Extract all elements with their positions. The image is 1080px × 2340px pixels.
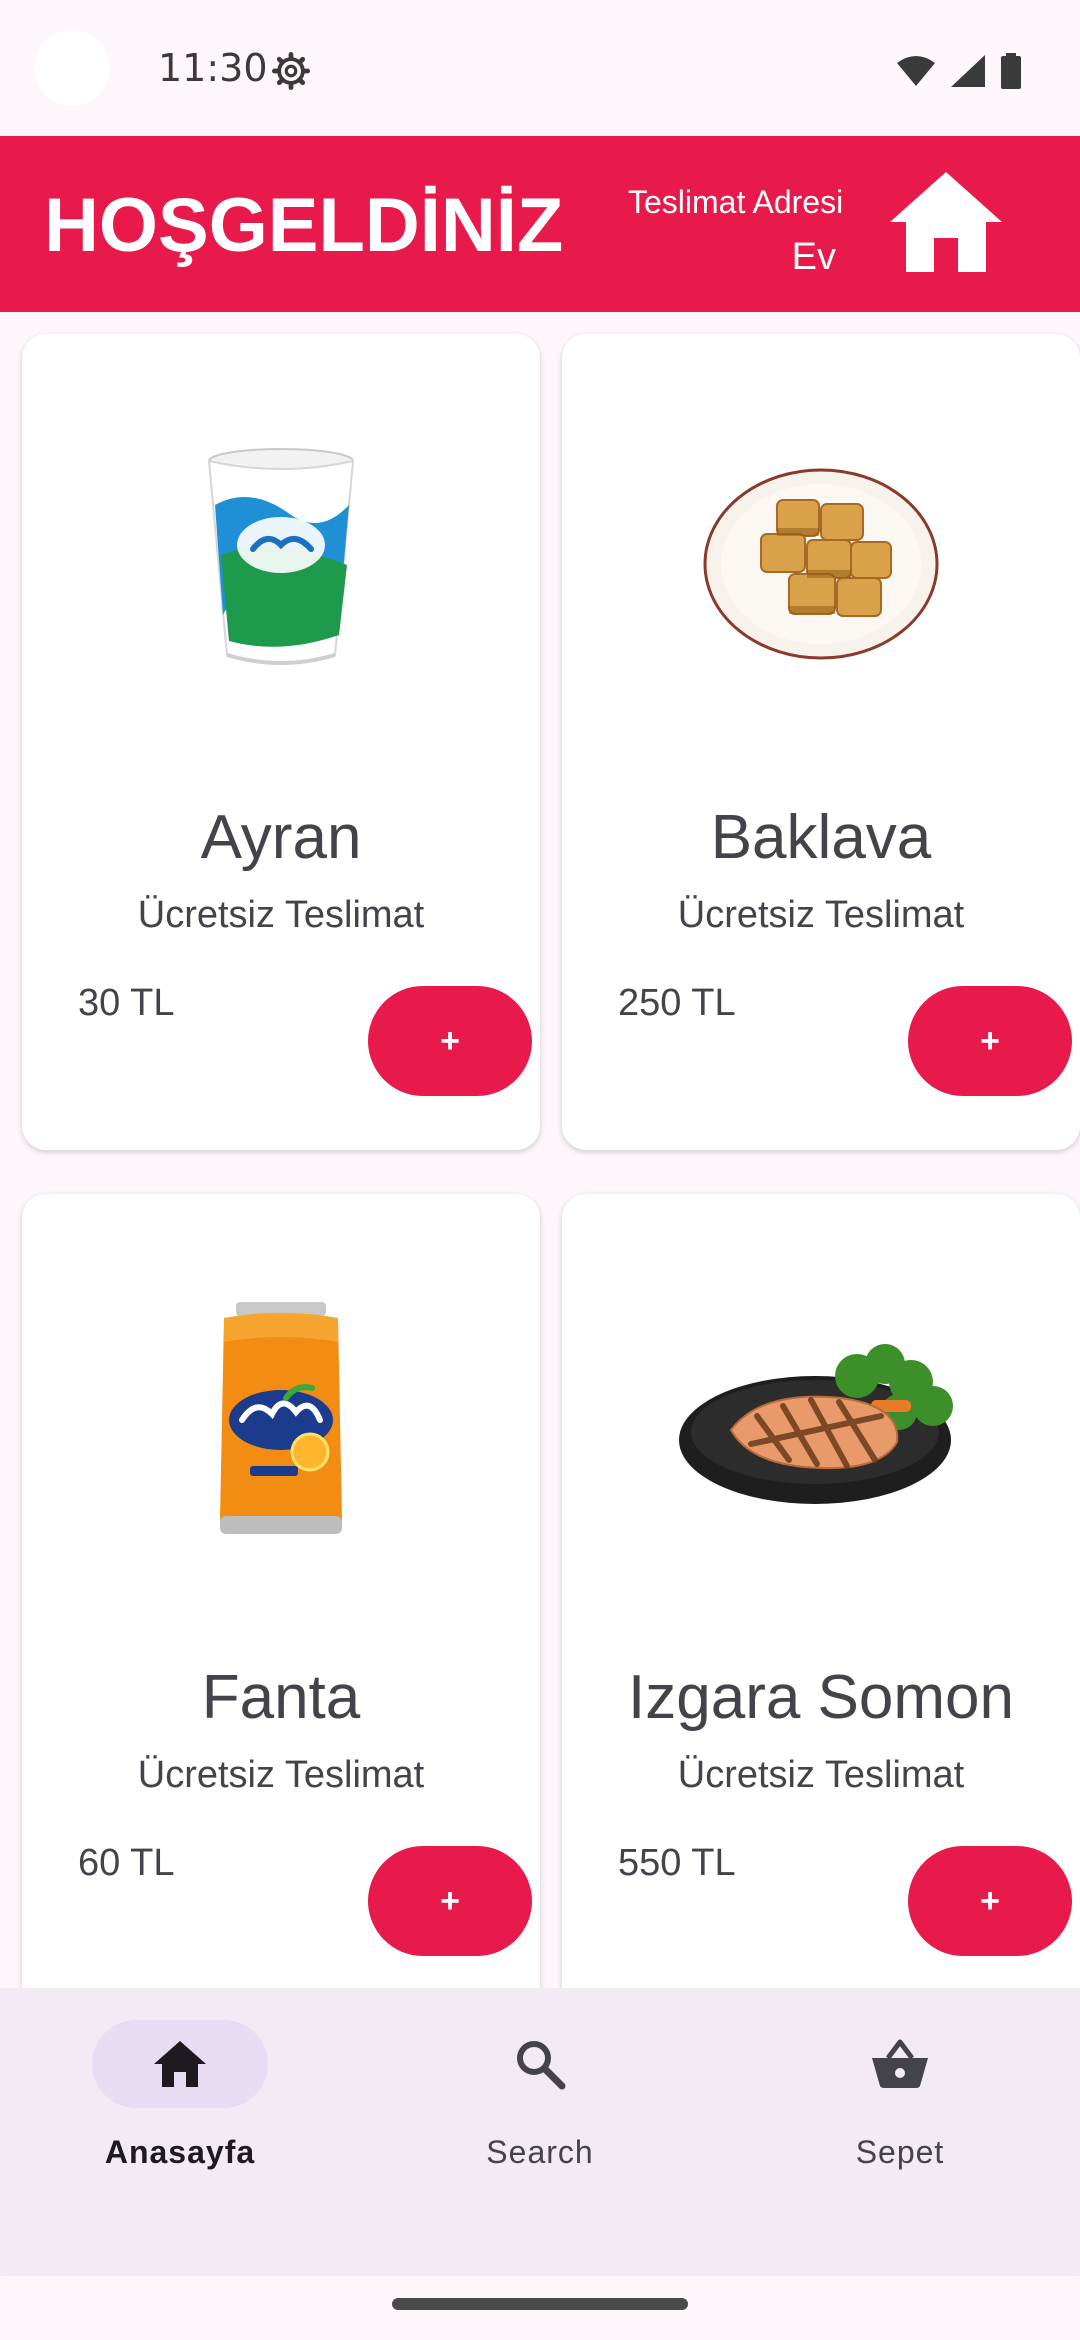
product-image — [22, 430, 540, 690]
status-icons — [896, 52, 1022, 90]
product-name: Ayran — [200, 803, 362, 872]
product-card[interactable]: Baklava Ücretsiz Teslimat 250 TL + — [562, 334, 1080, 1150]
gesture-navigation-bar[interactable] — [392, 2298, 688, 2310]
home-icon[interactable] — [888, 170, 1004, 274]
product-delivery-info: Ücretsiz Teslimat — [677, 894, 965, 936]
nav-label-sepet: Sepet — [855, 2134, 945, 2170]
add-to-cart-button[interactable]: + — [908, 986, 1072, 1096]
status-time: 11:30 — [158, 46, 268, 90]
product-card[interactable]: Ayran Ücretsiz Teslimat 30 TL + — [22, 334, 540, 1150]
product-name: Baklava — [710, 803, 932, 872]
camera-cutout — [34, 30, 110, 106]
add-to-cart-button[interactable]: + — [368, 1846, 532, 1956]
product-grid: Ayran Ücretsiz Teslimat 30 TL + Baklava … — [0, 312, 1080, 1988]
grilled-salmon-image — [679, 1344, 953, 1504]
product-price: 30 TL — [78, 982, 175, 1024]
product-delivery-info: Ücretsiz Teslimat — [677, 1754, 965, 1796]
status-bar: 11:30 — [0, 0, 1080, 136]
product-name: Izgara Somon — [628, 1663, 1014, 1732]
battery-icon — [1001, 53, 1021, 89]
product-delivery-info: Ücretsiz Teslimat — [137, 894, 425, 936]
product-name: Fanta — [201, 1663, 361, 1732]
wifi-icon — [897, 56, 935, 86]
add-to-cart-button[interactable]: + — [368, 986, 532, 1096]
nav-item-search[interactable]: Search — [440, 2020, 640, 2171]
nav-icon-container[interactable] — [812, 2020, 988, 2108]
product-image — [562, 1290, 1080, 1550]
delivery-address-value[interactable]: Ev — [792, 236, 836, 279]
baklava-plate-image — [703, 468, 939, 660]
basket-icon — [872, 2039, 928, 2088]
welcome-title: HOŞGELDİNİZ — [44, 183, 564, 268]
add-to-cart-button[interactable]: + — [908, 1846, 1072, 1956]
nav-item-sepet[interactable]: Sepet — [800, 2020, 1000, 2171]
product-delivery-info: Ücretsiz Teslimat — [137, 1754, 425, 1796]
product-card[interactable]: Izgara Somon Ücretsiz Teslimat 550 TL + — [562, 1194, 1080, 1988]
product-image — [22, 1290, 540, 1550]
product-image — [562, 430, 1080, 690]
product-card[interactable]: Fanta Ücretsiz Teslimat 60 TL + — [22, 1194, 540, 1988]
ayran-cup-image — [207, 448, 355, 665]
nav-label-search: Search — [486, 2134, 594, 2170]
nav-active-indicator[interactable] — [92, 2020, 268, 2108]
product-price: 550 TL — [618, 1842, 736, 1884]
signal-icon — [951, 55, 985, 87]
bottom-navigation: Anasayfa Search Sepet — [0, 1988, 1080, 2276]
product-price: 250 TL — [618, 982, 736, 1024]
nav-icon-container[interactable] — [452, 2020, 628, 2108]
search-icon — [517, 2041, 566, 2090]
settings-gear-icon — [272, 52, 310, 90]
delivery-address-label: Teslimat Adresi — [628, 184, 844, 220]
nav-item-anasayfa[interactable]: Anasayfa — [80, 2020, 280, 2171]
home-icon — [154, 2041, 206, 2087]
app-screen: 11:30 HOŞGELDİNİZ Teslimat Adresi Ev Ayr… — [0, 0, 1080, 2340]
app-header: HOŞGELDİNİZ Teslimat Adresi Ev — [0, 136, 1080, 312]
product-price: 60 TL — [78, 1842, 175, 1884]
fanta-can-image — [220, 1302, 342, 1534]
nav-label-anasayfa: Anasayfa — [104, 2134, 256, 2170]
